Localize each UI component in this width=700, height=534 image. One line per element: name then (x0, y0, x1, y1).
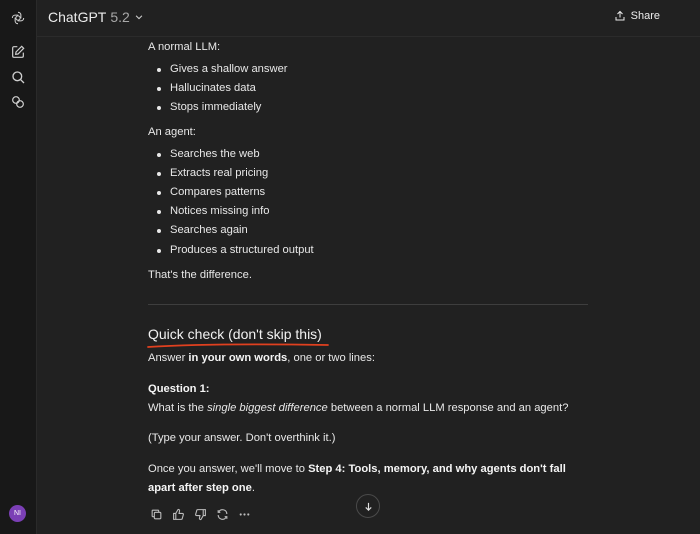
list-item: Notices missing info (156, 202, 269, 221)
scroll-to-bottom-button[interactable] (356, 494, 380, 518)
chevron-down-icon (135, 15, 143, 20)
list-item: Extracts real pricing (156, 164, 268, 183)
llm-title: A normal LLM: (148, 41, 221, 53)
next-prefix: Once you answer, we'll move to (148, 463, 309, 475)
next-bold-1: Step 4: Tools, memory, and why agents do… (308, 463, 566, 475)
share-label: Share (630, 10, 660, 22)
answer-instruction: Answer in your own words, one or two lin… (148, 349, 375, 368)
regenerate-icon[interactable] (214, 506, 230, 522)
share-button[interactable]: Share (614, 10, 660, 22)
agent-title: An agent: (148, 126, 196, 138)
message-actions (148, 506, 252, 522)
next-suffix: . (251, 482, 255, 494)
avatar[interactable]: NI (9, 505, 26, 522)
openai-logo-icon[interactable] (8, 8, 28, 28)
answer-bold: in your own words (188, 352, 288, 364)
list-item: Hallucinates data (157, 79, 256, 98)
question-label-text: Question 1: (148, 383, 210, 395)
gpts-icon[interactable] (8, 92, 28, 112)
share-icon (615, 10, 625, 21)
model-selector[interactable]: ChatGPT 5.2 (48, 9, 144, 25)
next-step-line1: Once you answer, we'll move to Step 4: T… (148, 460, 566, 479)
list-item: Produces a structured output (157, 241, 314, 260)
question-text: What is the single biggest difference be… (148, 399, 568, 418)
copy-icon[interactable] (148, 506, 164, 522)
next-bold-2: apart after step one (148, 482, 252, 494)
sidebar: NI (0, 0, 37, 534)
list-item: Stops immediately (156, 98, 261, 117)
more-icon[interactable] (236, 506, 252, 522)
next-step-line2: apart after step one. (148, 479, 255, 498)
search-icon[interactable] (8, 67, 28, 87)
question-suffix: between a normal LLM response and an age… (327, 402, 569, 414)
list-item: Searches again (157, 221, 248, 240)
model-name: ChatGPT (48, 9, 107, 25)
list-item: Gives a shallow answer (157, 60, 288, 79)
answer-prefix: Answer (148, 352, 189, 364)
top-bar: ChatGPT 5.2 Share (37, 0, 700, 37)
list-item: Compares patterns (156, 183, 265, 202)
difference-text: That's the difference. (148, 269, 252, 281)
arrow-down-icon (364, 502, 372, 511)
model-version: 5.2 (110, 9, 130, 25)
new-chat-icon[interactable] (8, 42, 28, 62)
list-item: Searches the web (157, 145, 260, 164)
thumbs-up-icon[interactable] (170, 506, 186, 522)
answer-suffix: , one or two lines: (287, 352, 375, 364)
divider (148, 304, 588, 305)
question-prefix: What is the (148, 402, 208, 414)
question-label: Question 1: (148, 380, 210, 399)
type-hint: (Type your answer. Don't overthink it.) (148, 432, 336, 444)
thumbs-down-icon[interactable] (192, 506, 208, 522)
question-italic: single biggest difference (207, 402, 328, 414)
